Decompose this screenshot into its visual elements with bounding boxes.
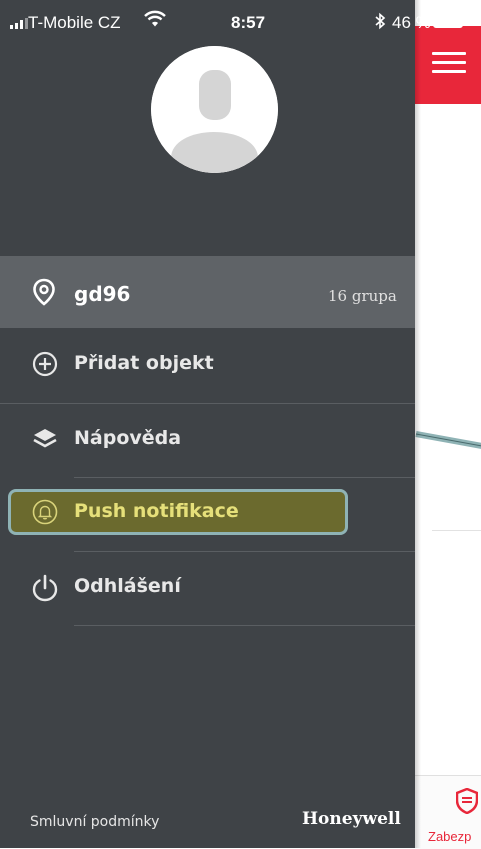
wifi-icon [144, 10, 166, 27]
annotation-arrow [415, 431, 481, 449]
shield-icon[interactable] [456, 788, 478, 814]
battery-icon [433, 13, 463, 28]
terms-link[interactable]: Smluvní podmínky [30, 814, 159, 830]
menu-item-help[interactable]: Nápověda [0, 403, 415, 473]
status-time: 8:57 [231, 13, 266, 32]
menu-divider [74, 625, 415, 626]
power-icon [32, 574, 58, 602]
hamburger-icon[interactable] [432, 52, 466, 74]
brand-logo: Honeywell [302, 809, 401, 829]
menu-item-label: Push notifikace [74, 500, 239, 522]
menu-item-logout[interactable]: Odhlášení [0, 551, 415, 621]
navigation-drawer: gd96 16 grupa Přidat objekt Nápověda Pus… [0, 0, 415, 848]
status-bar: T-Mobile CZ 8:57 46 % [0, 0, 481, 44]
signal-icon [10, 18, 28, 29]
location-name: gd96 [74, 282, 131, 306]
location-group-count: 16 grupa [328, 287, 397, 305]
menu-item-label: Přidat objekt [74, 352, 214, 374]
bluetooth-icon [375, 12, 386, 30]
menu-item-push-notifications[interactable]: Push notifikace [0, 477, 415, 547]
content-divider [432, 530, 481, 531]
plus-circle-icon [32, 351, 58, 377]
bell-icon [32, 499, 58, 525]
drawer-shadow [415, 0, 421, 848]
carrier-name: T-Mobile CZ [28, 13, 121, 32]
user-silhouette-icon [151, 46, 278, 173]
bottom-tab-label[interactable]: Zabezp [428, 829, 471, 844]
layers-icon [33, 429, 57, 448]
battery-tip [464, 18, 467, 24]
menu-item-label: Nápověda [74, 427, 182, 449]
menu-item-add-object[interactable]: Přidat objekt [0, 328, 415, 398]
selected-location-row[interactable]: gd96 16 grupa [0, 256, 415, 328]
battery-percent: 46 % [392, 13, 431, 32]
location-pin-icon [33, 278, 55, 306]
avatar[interactable] [151, 46, 278, 173]
menu-item-label: Odhlášení [74, 575, 181, 597]
